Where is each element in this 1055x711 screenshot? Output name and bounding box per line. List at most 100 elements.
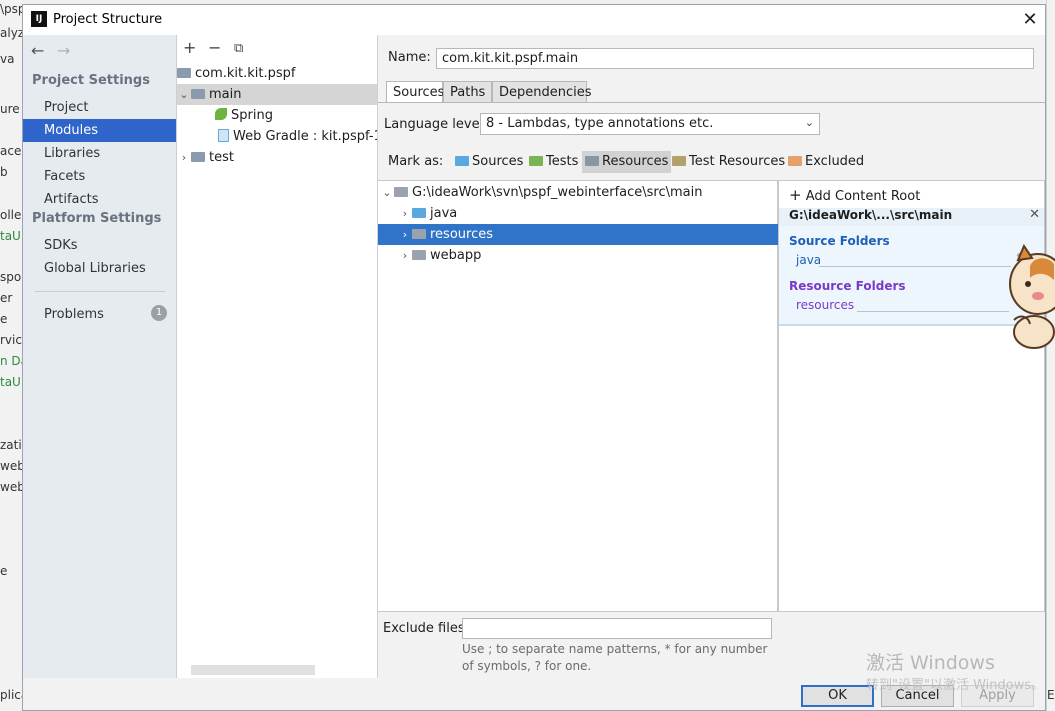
tree-item-label: com.kit.kit.pspf xyxy=(195,66,296,81)
background-fragment: e xyxy=(0,312,8,326)
background-fragment: rvice xyxy=(0,333,22,347)
chevron-right-icon[interactable]: › xyxy=(398,203,412,224)
add-content-root-label: Add Content Root xyxy=(805,189,921,204)
content-root-path: G:\ideaWork\...\src\main xyxy=(789,208,953,222)
source-folders-header: Source Folders xyxy=(789,234,890,248)
tree-item-java[interactable]: › java xyxy=(378,203,778,224)
tree-item-label: java xyxy=(430,206,458,221)
tab-underline xyxy=(378,102,1045,103)
nav-item-modules[interactable]: Modules xyxy=(23,119,176,142)
nav-item-global-libraries[interactable]: Global Libraries xyxy=(23,257,176,280)
nav-item-sdks[interactable]: SDKs xyxy=(23,234,176,257)
mark-test-resources-label: Test Resources xyxy=(689,154,786,169)
hint-line-2: of symbols, ? for one. xyxy=(462,659,592,673)
tree-item-module[interactable]: com.kit.kit.pspf xyxy=(177,63,377,84)
background-fragment: n Da xyxy=(0,354,22,368)
mark-test-resources-button[interactable]: Test Resources xyxy=(669,151,788,173)
remove-root-icon[interactable]: ✕ xyxy=(1029,207,1040,222)
chevron-right-icon[interactable]: › xyxy=(398,224,412,245)
source-folder-icon xyxy=(412,208,426,218)
tree-item-label: Spring xyxy=(231,108,273,123)
add-content-root-button[interactable]: + Add Content Root xyxy=(789,186,920,204)
settings-nav: ← → Project Settings Project Modules Lib… xyxy=(23,35,177,678)
tree-item-label: webapp xyxy=(430,248,482,263)
activation-watermark-title: 激活 Windows xyxy=(866,652,995,674)
title-bar: IJ Project Structure ✕ xyxy=(23,5,1045,35)
background-fragment: web xyxy=(0,459,22,473)
source-folder-entry: java xyxy=(796,253,822,267)
add-icon[interactable]: + xyxy=(183,38,196,57)
chevron-down-icon[interactable]: ⌄ xyxy=(177,84,191,105)
background-fragment: va xyxy=(0,52,15,66)
folder-icon xyxy=(412,250,426,260)
background-fragment: \psp xyxy=(0,2,22,16)
language-level-value: 8 - Lambdas, type annotations etc. xyxy=(486,116,714,131)
exclude-files-label: Exclude files: xyxy=(383,621,470,636)
horizontal-scrollbar[interactable] xyxy=(191,665,315,675)
problems-count-badge: 1 xyxy=(151,305,167,321)
exclude-files-input[interactable] xyxy=(462,618,772,639)
background-fragment: Ev xyxy=(1047,688,1055,702)
nav-item-libraries[interactable]: Libraries xyxy=(23,142,176,165)
back-arrow-icon[interactable]: ← xyxy=(31,41,44,60)
background-fragment: e xyxy=(0,564,8,578)
test-resources-folder-icon xyxy=(672,156,686,166)
root-path-row[interactable]: ⌄ G:\ideaWork\svn\pspf_webinterface\src\m… xyxy=(378,182,778,203)
tree-item-resources[interactable]: › resources xyxy=(378,224,778,245)
sources-folder-icon xyxy=(455,156,469,166)
hint-line-1: Use ; to separate name patterns, * for a… xyxy=(462,642,768,656)
mark-sources-button[interactable]: Sources xyxy=(452,151,526,173)
remove-icon[interactable]: − xyxy=(208,38,221,57)
chevron-down-icon[interactable]: ⌄ xyxy=(380,182,394,203)
mark-tests-button[interactable]: Tests xyxy=(526,151,581,173)
copy-icon[interactable]: ⧉ xyxy=(234,41,243,56)
tab-sources[interactable]: Sources xyxy=(386,81,444,103)
chevron-down-icon: ⌄ xyxy=(804,116,814,129)
nav-item-artifacts[interactable]: Artifacts xyxy=(23,188,176,211)
mark-resources-button[interactable]: Resources xyxy=(582,151,672,173)
mark-sources-label: Sources xyxy=(472,154,524,169)
tree-item-spring[interactable]: Spring xyxy=(177,105,377,126)
tree-item-web-gradle[interactable]: Web Gradle : kit.pspf-1.0 xyxy=(177,126,377,147)
tree-item-test[interactable]: › test xyxy=(177,147,377,168)
background-fragment: ace. xyxy=(0,144,22,158)
background-fragment: alyze xyxy=(0,26,22,40)
mark-excluded-button[interactable]: Excluded xyxy=(785,151,867,173)
web-facet-icon xyxy=(218,129,229,142)
chevron-right-icon[interactable]: › xyxy=(177,147,191,168)
chevron-right-icon[interactable]: › xyxy=(398,245,412,266)
module-folder-icon xyxy=(177,68,191,78)
resources-folder-icon xyxy=(585,156,599,166)
background-fragment: web xyxy=(0,480,22,494)
background-fragment: er xyxy=(0,291,13,305)
content-root-header: G:\ideaWork\...\src\main ✕ xyxy=(779,207,1044,226)
nav-divider xyxy=(35,291,165,292)
plus-icon: + xyxy=(789,186,802,204)
tree-item-label: test xyxy=(209,150,234,165)
background-ide-left: \psp alyze va ure ace. b oller taU spo er e rvice n … xyxy=(0,0,22,711)
ok-button[interactable]: OK xyxy=(801,685,874,707)
background-fragment: plica xyxy=(0,688,22,702)
close-icon[interactable]: ✕ xyxy=(1018,9,1042,31)
module-content: Name: com.kit.kit.pspf.main Sources Path… xyxy=(378,35,1045,678)
entry-underline xyxy=(857,311,1009,312)
background-fragment: oller xyxy=(0,208,22,222)
forward-arrow-icon[interactable]: → xyxy=(57,41,70,60)
module-name-input[interactable]: com.kit.kit.pspf.main xyxy=(436,48,1034,69)
tree-item-main[interactable]: ⌄ main xyxy=(177,84,377,105)
resource-folders-header: Resource Folders xyxy=(789,279,906,293)
tree-item-webapp[interactable]: › webapp xyxy=(378,245,778,266)
project-structure-dialog: IJ Project Structure ✕ ← → Project Setti… xyxy=(22,4,1046,711)
mark-as-label: Mark as: xyxy=(388,154,444,169)
tab-paths[interactable]: Paths xyxy=(443,81,492,103)
project-settings-header: Project Settings xyxy=(32,73,150,88)
tests-folder-icon xyxy=(529,156,543,166)
tree-item-label: main xyxy=(209,87,242,102)
nav-item-facets[interactable]: Facets xyxy=(23,165,176,188)
nav-item-project[interactable]: Project xyxy=(23,96,176,119)
tab-dependencies[interactable]: Dependencies xyxy=(492,81,592,103)
spring-leaf-icon xyxy=(215,108,227,120)
excluded-folder-icon xyxy=(788,156,802,166)
language-level-select[interactable]: 8 - Lambdas, type annotations etc. ⌄ xyxy=(480,113,820,135)
background-fragment: taU xyxy=(0,229,21,243)
